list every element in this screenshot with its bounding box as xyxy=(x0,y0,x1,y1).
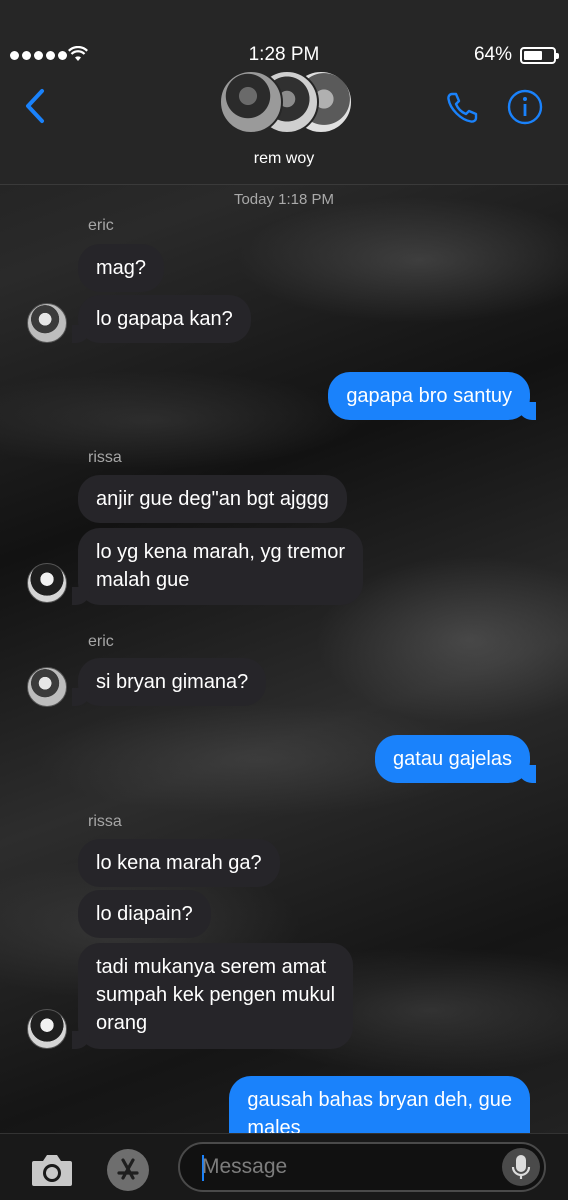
message-text: lo gapapa kan? xyxy=(96,308,233,330)
incoming-message[interactable]: lo diapain? xyxy=(78,890,211,938)
avatar[interactable] xyxy=(27,303,67,343)
message-text: gatau gajelas xyxy=(393,748,512,770)
outgoing-message[interactable]: gatau gajelas xyxy=(375,735,536,783)
status-bar: 1:28 PM 64% xyxy=(0,44,568,70)
microphone-button[interactable] xyxy=(502,1148,540,1186)
incoming-message[interactable]: mag? xyxy=(78,244,165,292)
group-name[interactable]: rem woy xyxy=(0,150,568,168)
message-text: sumpah kek pengen mukul xyxy=(96,984,336,1006)
sender-name: eric xyxy=(88,633,114,650)
avatar xyxy=(219,70,283,134)
chat-header: 1:28 PM 64% rem woy xyxy=(0,0,568,185)
message-text: orang xyxy=(96,1012,148,1034)
incoming-message[interactable]: tadi mukanya serem amat sumpah kek penge… xyxy=(71,943,354,1049)
message-text: si bryan gimana? xyxy=(96,671,249,693)
sender-name: eric xyxy=(88,217,114,234)
message-text: mag? xyxy=(96,257,147,279)
outgoing-message[interactable]: gausah bahas bryan deh, gue males xyxy=(229,1076,530,1133)
message-text: anjir gue deg"an bgt ajggg xyxy=(96,488,329,510)
battery-percentage: 64% xyxy=(473,44,512,65)
incoming-message[interactable]: lo gapapa kan? xyxy=(72,295,251,343)
composer-bar xyxy=(0,1133,568,1200)
message-text: lo kena marah ga? xyxy=(96,852,262,874)
message-input-field[interactable] xyxy=(178,1142,546,1192)
battery-icon xyxy=(520,47,559,64)
sender-name: rissa xyxy=(88,813,122,830)
incoming-message[interactable]: lo yg kena marah, yg tremor malah gue xyxy=(72,528,363,605)
chevron-left-icon[interactable] xyxy=(20,88,50,124)
incoming-message[interactable]: anjir gue deg"an bgt ajggg xyxy=(78,475,347,523)
message-text: malah gue xyxy=(96,569,190,591)
avatar[interactable] xyxy=(27,1009,67,1049)
appstore-icon[interactable] xyxy=(104,1146,152,1194)
incoming-message[interactable]: si bryan gimana? xyxy=(71,658,267,706)
group-avatars[interactable] xyxy=(219,70,353,136)
conversation-timestamp: Today 1:18 PM xyxy=(233,191,335,208)
message-text: tadi mukanya serem amat xyxy=(96,956,327,978)
message-input[interactable] xyxy=(202,1152,502,1182)
camera-icon[interactable] xyxy=(30,1152,74,1188)
sender-name: rissa xyxy=(88,449,122,466)
message-text: lo diapain? xyxy=(96,903,193,925)
phone-icon[interactable] xyxy=(444,90,480,126)
message-text: males xyxy=(247,1117,301,1133)
message-text: gapapa bro santuy xyxy=(346,385,512,407)
avatar[interactable] xyxy=(27,563,67,603)
message-text: lo yg kena marah, yg tremor xyxy=(96,541,345,563)
avatar[interactable] xyxy=(27,667,67,707)
info-icon[interactable] xyxy=(507,89,543,125)
microphone-icon xyxy=(511,1155,531,1179)
incoming-message[interactable]: lo kena marah ga? xyxy=(78,839,280,887)
message-text: gausah bahas bryan deh, gue xyxy=(247,1089,512,1111)
outgoing-message[interactable]: gapapa bro santuy xyxy=(328,372,536,420)
